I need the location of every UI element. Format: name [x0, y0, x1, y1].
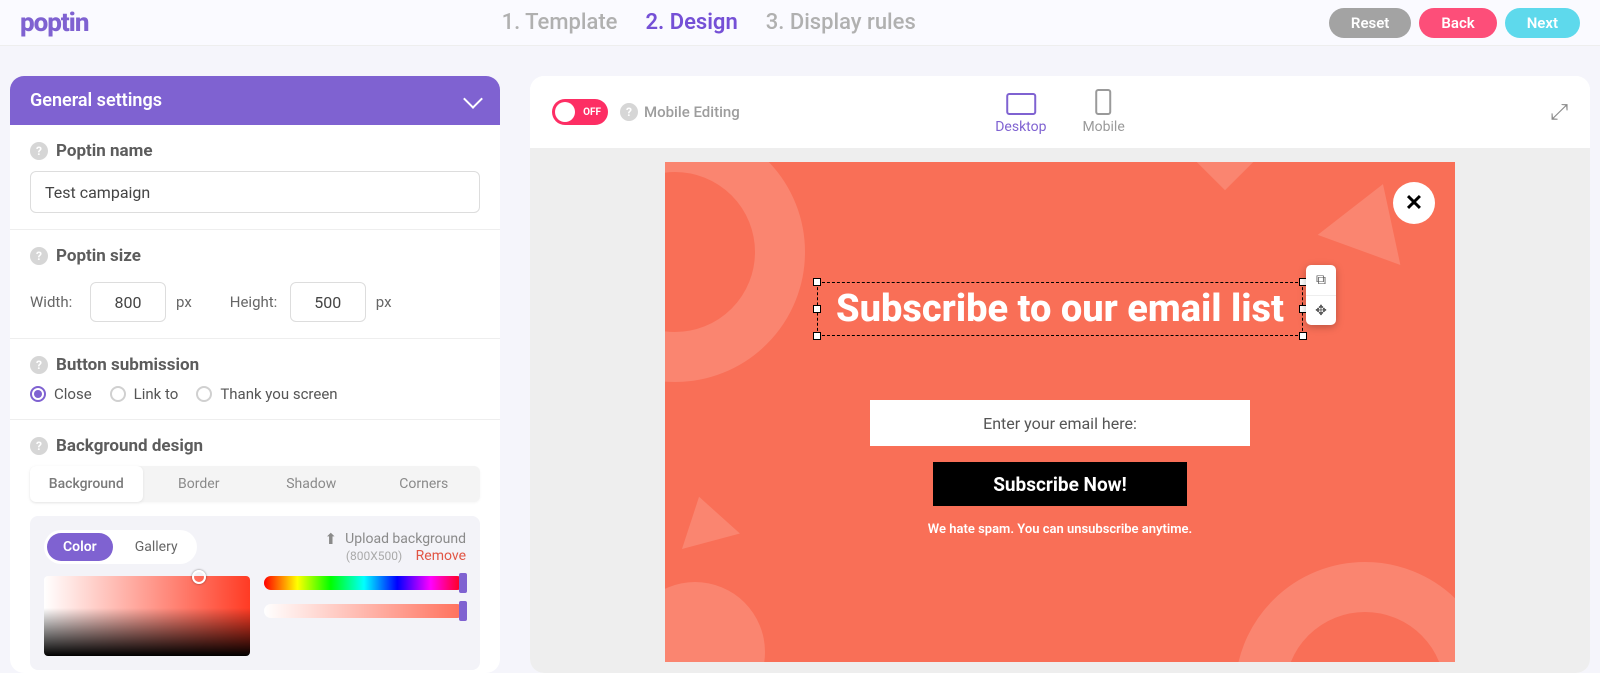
resize-handle[interactable]	[813, 278, 821, 286]
device-mobile[interactable]: Mobile	[1082, 89, 1124, 135]
height-label: Height:	[230, 293, 280, 311]
canvas-stage: ✕ ⧉ ✥ Subscribe to our ema	[530, 148, 1590, 673]
radio-linkto[interactable]: Link to	[110, 385, 179, 403]
mobile-icon	[1096, 89, 1112, 115]
color-picker	[44, 576, 466, 656]
section-poptin-name: ? Poptin name	[10, 125, 500, 230]
mobile-editing-label: Mobile Editing	[644, 103, 740, 121]
radio-icon	[110, 386, 126, 402]
radio-close[interactable]: Close	[30, 385, 92, 403]
radio-icon	[30, 386, 46, 402]
toggle-knob	[555, 102, 575, 122]
back-button[interactable]: Back	[1419, 8, 1496, 38]
width-label: Width:	[30, 293, 80, 311]
upload-label: Upload background	[345, 531, 466, 547]
popup-preview[interactable]: ✕ ⧉ ✥ Subscribe to our ema	[665, 162, 1455, 662]
poptin-name-label: Poptin name	[56, 141, 153, 161]
help-icon[interactable]: ?	[30, 247, 48, 265]
popup-email-input[interactable]: Enter your email here:	[870, 400, 1250, 446]
section-button-submission: ? Button submission Close Link to Thank …	[10, 339, 500, 420]
device-desktop[interactable]: Desktop	[995, 93, 1046, 135]
section-background-design: ? Background design Background Border Sh…	[10, 420, 500, 673]
tab-corners[interactable]: Corners	[368, 466, 481, 502]
help-icon[interactable]: ?	[30, 356, 48, 374]
width-input[interactable]	[90, 282, 166, 322]
accordion-title: General settings	[30, 90, 162, 111]
mobile-editing-toggle[interactable]: OFF	[552, 99, 608, 125]
radio-thankyou-label: Thank you screen	[220, 385, 337, 403]
pill-color[interactable]: Color	[47, 533, 113, 561]
settings-sidebar: General settings ? Poptin name ? Poptin …	[10, 76, 500, 673]
poptin-size-label: Poptin size	[56, 246, 141, 266]
background-design-label: Background design	[56, 436, 203, 456]
device-toggle: Desktop Mobile	[995, 89, 1125, 135]
expand-icon[interactable]: ⤢	[1550, 100, 1568, 125]
wizard-steps: 1. Template 2. Design 3. Display rules	[88, 10, 1328, 35]
help-icon[interactable]: ?	[30, 437, 48, 455]
hue-slider[interactable]	[264, 576, 464, 590]
radio-icon	[196, 386, 212, 402]
section-poptin-size: ? Poptin size Width: px Height: px	[10, 230, 500, 339]
bg-panel: Color Gallery ⬆ Upload background (800X5…	[30, 516, 480, 670]
poptin-name-input[interactable]	[30, 171, 480, 213]
reset-button[interactable]: Reset	[1329, 8, 1411, 38]
desktop-label: Desktop	[995, 119, 1046, 135]
headline-selected-element[interactable]: ⧉ ✥ Subscribe to our email list	[817, 282, 1303, 336]
step-template[interactable]: 1. Template	[502, 10, 618, 35]
saturation-cursor[interactable]	[192, 570, 206, 584]
upload-dims: (800X500)	[346, 549, 402, 563]
header-buttons: Reset Back Next	[1329, 8, 1580, 38]
resize-handle[interactable]	[813, 332, 821, 340]
remove-background-link[interactable]: Remove	[416, 548, 466, 564]
mobile-label: Mobile	[1082, 119, 1124, 135]
alpha-slider[interactable]	[264, 604, 464, 618]
popup-subscribe-button[interactable]: Subscribe Now!	[933, 462, 1187, 506]
desktop-icon	[1006, 93, 1036, 115]
width-unit: px	[176, 293, 192, 311]
popup-close-button[interactable]: ✕	[1393, 182, 1435, 224]
tab-border[interactable]: Border	[143, 466, 256, 502]
step-design[interactable]: 2. Design	[645, 10, 737, 35]
canvas-area: OFF ? Mobile Editing Desktop Mobile ⤢	[530, 76, 1590, 673]
upload-icon: ⬆	[325, 530, 338, 548]
chevron-down-icon	[463, 89, 483, 109]
resize-handle[interactable]	[813, 305, 821, 313]
help-icon[interactable]: ?	[620, 103, 638, 121]
close-icon: ✕	[1405, 191, 1423, 216]
popup-headline[interactable]: Subscribe to our email list	[836, 287, 1284, 331]
canvas-toolbar: OFF ? Mobile Editing Desktop Mobile ⤢	[530, 76, 1590, 148]
radio-close-label: Close	[54, 385, 92, 403]
step-display-rules[interactable]: 3. Display rules	[766, 10, 916, 35]
hue-cursor[interactable]	[459, 573, 467, 593]
element-side-tools: ⧉ ✥	[1306, 265, 1336, 325]
next-button[interactable]: Next	[1505, 8, 1580, 38]
tab-background[interactable]: Background	[30, 466, 143, 502]
upload-background[interactable]: ⬆ Upload background (800X500) Remove	[325, 530, 466, 564]
duplicate-icon[interactable]: ⧉	[1306, 265, 1336, 295]
decor-shape	[1235, 562, 1455, 662]
help-icon[interactable]: ?	[30, 142, 48, 160]
radio-linkto-label: Link to	[134, 385, 179, 403]
saturation-picker[interactable]	[44, 576, 250, 656]
alpha-cursor[interactable]	[459, 601, 467, 621]
height-unit: px	[376, 293, 392, 311]
bg-tabs: Background Border Shadow Corners	[30, 466, 480, 502]
bg-mode-pills: Color Gallery	[44, 530, 197, 564]
radio-thankyou[interactable]: Thank you screen	[196, 385, 337, 403]
resize-handle[interactable]	[1299, 332, 1307, 340]
app-header: poptin 1. Template 2. Design 3. Display …	[0, 0, 1600, 46]
pill-gallery[interactable]: Gallery	[119, 533, 194, 561]
height-input[interactable]	[290, 282, 366, 322]
decor-shape	[665, 582, 765, 662]
toggle-off-label: OFF	[583, 107, 601, 118]
accordion-general-settings[interactable]: General settings	[10, 76, 500, 125]
move-icon[interactable]: ✥	[1306, 295, 1336, 325]
tab-shadow[interactable]: Shadow	[255, 466, 368, 502]
button-submission-label: Button submission	[56, 355, 199, 375]
brand-logo: poptin	[20, 8, 88, 38]
popup-disclaimer[interactable]: We hate spam. You can unsubscribe anytim…	[928, 522, 1192, 537]
